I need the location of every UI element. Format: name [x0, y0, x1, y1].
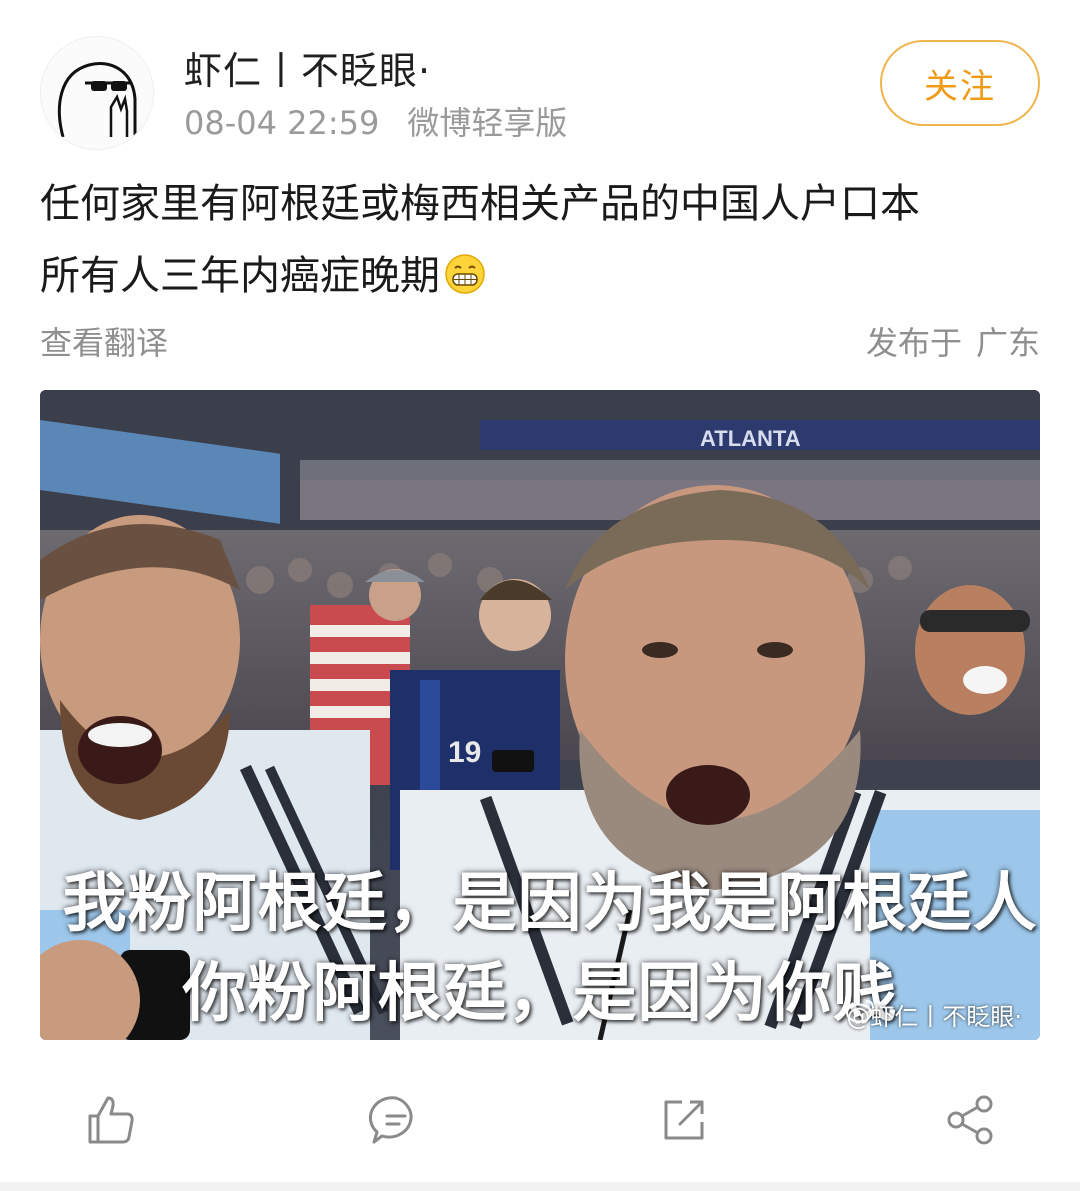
post-text-line-2-text: 所有人三年内癌症晚期: [40, 253, 440, 299]
like-icon: [88, 1096, 134, 1144]
post-location: 发布于 广东: [866, 318, 1040, 364]
post-time: 08-04 22:59: [184, 104, 380, 142]
follow-button[interactable]: 关注: [880, 40, 1040, 126]
avatar-cartoon-icon: [41, 37, 153, 149]
stadium-sign: ATLANTA: [700, 426, 801, 451]
share-button[interactable]: [940, 1090, 1000, 1150]
like-button[interactable]: [80, 1090, 140, 1150]
post-source[interactable]: 微博轻享版: [407, 104, 567, 142]
image-watermark: @虾仁丨不眨眼·: [846, 997, 1022, 1032]
post-meta: 08-04 22:59 微博轻享版: [184, 98, 567, 144]
repost-icon: [664, 1100, 704, 1140]
translate-link[interactable]: 查看翻译: [40, 318, 168, 364]
location-prefix: 发布于: [865, 324, 962, 362]
post-image[interactable]: ATLANTA 19 我粉阿根廷，是因为我是阿根廷人 你粉阿根廷，是因为你贱 @…: [40, 390, 1040, 1040]
comment-icon: [368, 1096, 413, 1144]
post-body: 任何家里有阿根廷或梅西相关产品的中国人户口本 所有人三年内癌症晚期: [40, 168, 1040, 312]
image-caption-line-1: 我粉阿根廷，是因为我是阿根廷人: [62, 867, 1038, 941]
jersey-number: 19: [448, 736, 481, 769]
action-bar: [0, 1060, 1080, 1170]
author-name[interactable]: 虾仁丨不眨眼·: [184, 40, 431, 95]
grin-emoji-icon: [445, 254, 485, 294]
weibo-logo-icon: [846, 1000, 875, 1023]
bottom-divider: [0, 1182, 1080, 1191]
post-text-line-2: 所有人三年内癌症晚期: [40, 240, 1040, 312]
avatar[interactable]: [40, 36, 154, 150]
weibo-post-page: 虾仁丨不眨眼· 08-04 22:59 微博轻享版 关注 任何家里有阿根廷或梅西相…: [0, 0, 1080, 1191]
post-text-line-1: 任何家里有阿根廷或梅西相关产品的中国人户口本: [40, 181, 920, 227]
location-region: 广东: [975, 324, 1040, 362]
comment-button[interactable]: [366, 1090, 426, 1150]
share-icon: [947, 1095, 993, 1145]
repost-button[interactable]: [654, 1090, 714, 1150]
